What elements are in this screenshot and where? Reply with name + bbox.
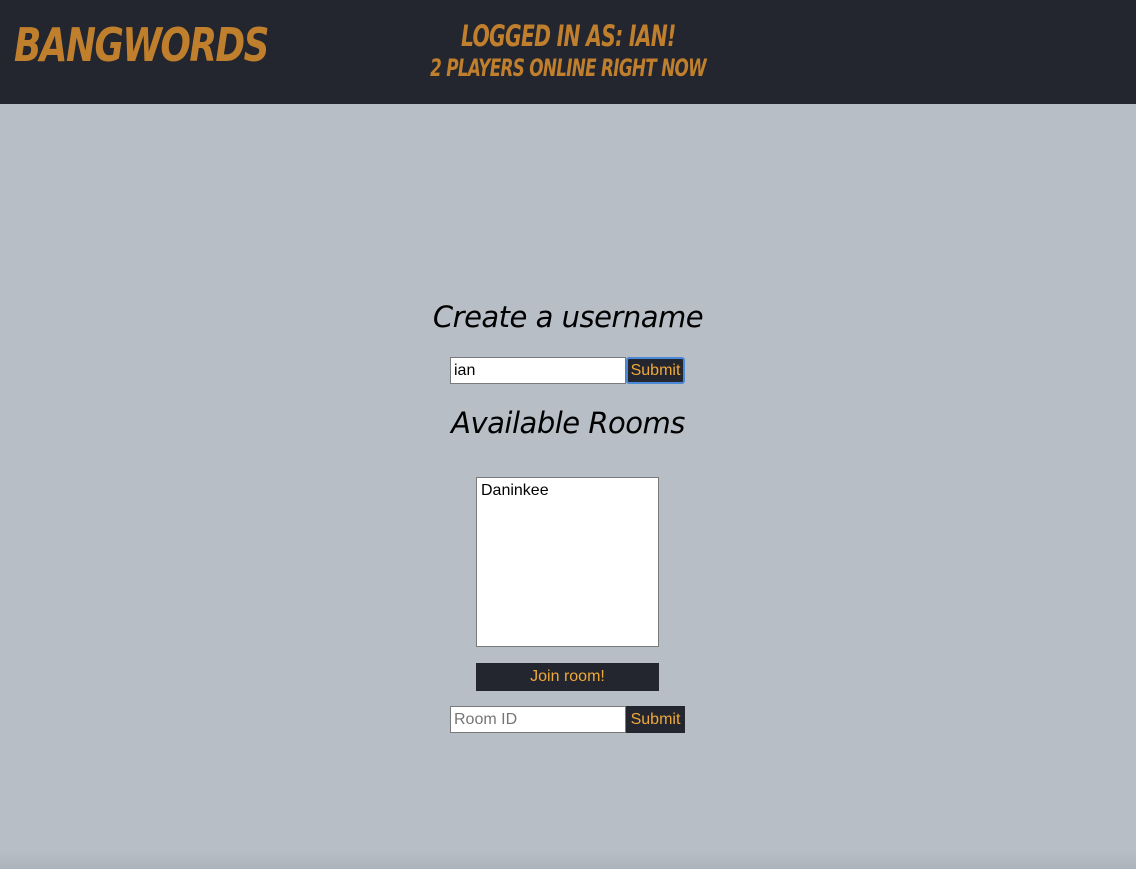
players-online-text: 2 PLAYERS ONLINE RIGHT NOW [430,54,707,82]
room-id-submit-button[interactable]: Submit [626,706,685,733]
available-rooms-heading: Available Rooms [451,406,685,440]
room-id-input[interactable] [450,706,626,733]
logged-in-status: LOGGED IN AS: IAN! [0,22,1136,51]
players-online-status: 2 PLAYERS ONLINE RIGHT NOW [0,56,1136,80]
bottom-edge-shade [0,851,1136,869]
top-header: BANGWORDS LOGGED IN AS: IAN! 2 PLAYERS O… [0,0,1136,104]
username-submit-button[interactable]: Submit [626,357,685,384]
username-input[interactable] [450,357,626,384]
join-room-button[interactable]: Join room! [476,663,659,691]
room-list-item[interactable]: Daninkee [477,478,658,500]
rooms-listbox[interactable]: Daninkee [476,477,659,647]
create-username-heading: Create a username [432,300,704,334]
logged-in-text: LOGGED IN AS: IAN! [460,19,676,53]
